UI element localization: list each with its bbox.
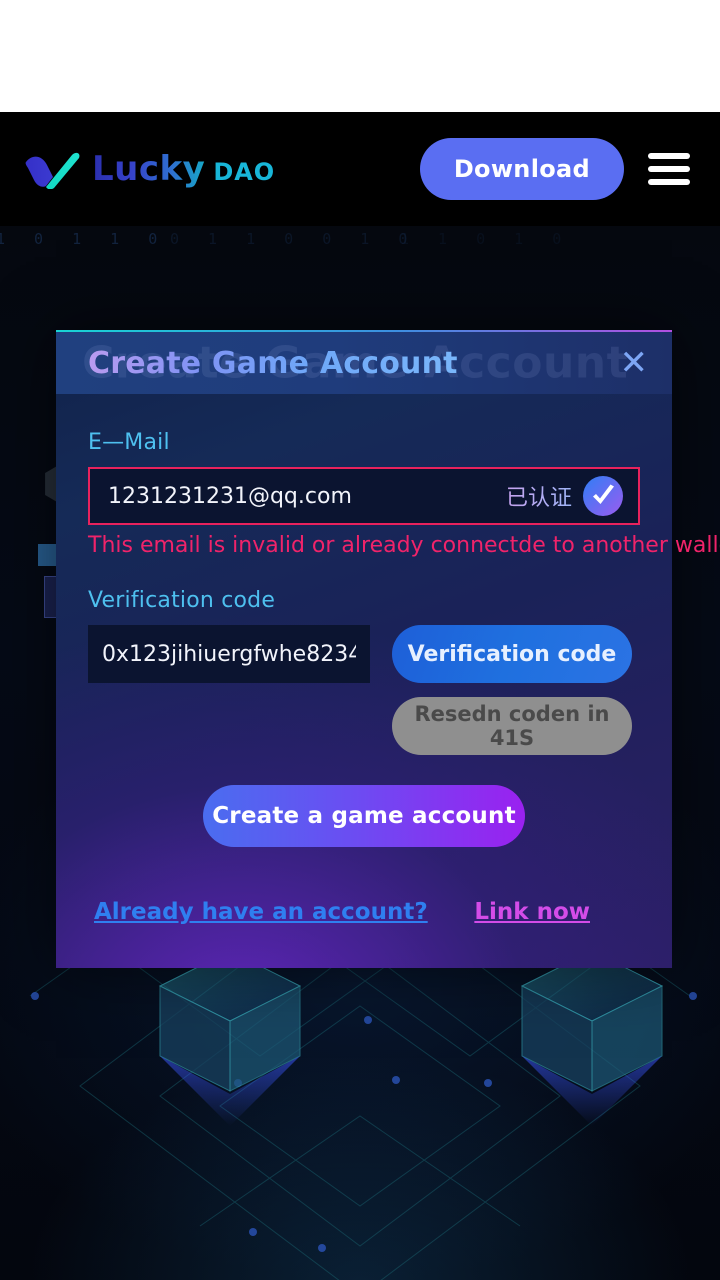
lucky-check-logo-icon [25,152,80,189]
hamburger-bar-1 [648,153,690,159]
link-now-link[interactable]: Link now [474,899,590,925]
verification-code-area: Verification code Resedn coden in 41S [88,625,640,755]
hamburger-bar-3 [648,179,690,185]
modal-body: E—Mail 已认证 This email is invalid or alre… [56,394,720,925]
site-header: Lucky DAO Download [0,112,720,226]
page-root: Lucky DAO Download 1 0 1 1 0 0 1 1 0 1 1… [0,0,720,1280]
brand-wordmark: Lucky DAO [92,149,275,189]
brand-name-dao: DAO [213,158,276,186]
create-game-account-button[interactable]: Create a game account [203,785,525,847]
brand-logo[interactable]: Lucky DAO [24,149,275,189]
send-verification-code-button[interactable]: Verification code [392,625,632,683]
blue-check-badge-icon [583,476,623,516]
hamburger-bar-2 [648,166,690,172]
email-label: E—Mail [88,430,170,455]
verification-buttons: Verification code Resedn coden in 41S [392,625,632,755]
modal-title: Create Game Account [88,345,458,381]
top-white-strip [0,0,720,112]
email-error-message: This email is invalid or already connect… [88,533,720,558]
hamburger-menu-icon[interactable] [648,153,690,185]
brand-name-lucky: Lucky [92,149,206,189]
email-input[interactable] [108,483,506,509]
email-field-row[interactable]: 已认证 [88,467,640,525]
modal-header: Create Game Account Create Game Account … [56,330,672,394]
download-button[interactable]: Download [419,138,624,200]
verification-code-input[interactable] [88,625,370,683]
close-icon[interactable]: ✕ [620,346,649,380]
modal-footer-links: Already have an account? Link now [88,899,640,925]
create-game-account-modal: Create Game Account Create Game Account … [56,330,720,968]
submit-row: Create a game account [88,785,640,847]
email-verified-label: 已认证 [506,480,572,512]
already-have-account-link[interactable]: Already have an account? [94,899,428,925]
resend-code-countdown-button: Resedn coden in 41S [392,697,632,755]
verification-code-label: Verification code [88,588,276,613]
